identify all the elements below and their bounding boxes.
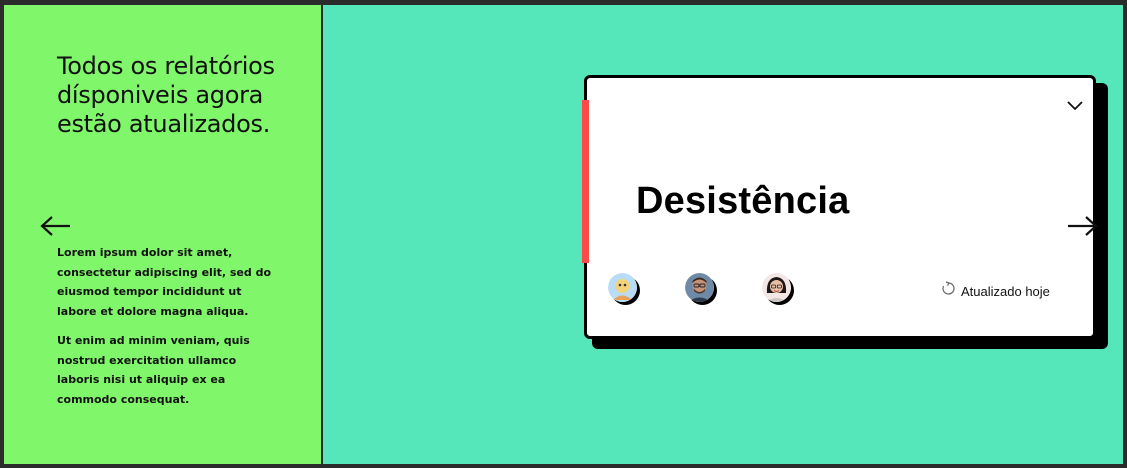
arrow-right-icon[interactable] <box>1066 215 1098 237</box>
intro-title: Todos os relatórios dísponiveis agora es… <box>57 52 275 138</box>
intro-panel: Todos os relatórios dísponiveis agora es… <box>4 5 323 464</box>
update-status: Atualizado hoje <box>941 280 1050 301</box>
avatar[interactable] <box>685 273 714 302</box>
intro-paragraph: Ut enim ad minim veniam, quis nostrud ex… <box>57 334 250 406</box>
card-accent-bar <box>582 100 589 263</box>
refresh-icon <box>942 280 955 295</box>
avatar[interactable] <box>608 273 637 302</box>
chevron-down-icon[interactable] <box>1066 99 1084 113</box>
report-title: Desistência <box>636 180 850 222</box>
intro-paragraph: Lorem ipsum dolor sit amet, consectetur … <box>57 246 271 318</box>
avatar[interactable] <box>762 273 791 302</box>
update-status-label: Atualizado hoje <box>961 283 1050 299</box>
arrow-left-icon[interactable] <box>40 215 72 237</box>
